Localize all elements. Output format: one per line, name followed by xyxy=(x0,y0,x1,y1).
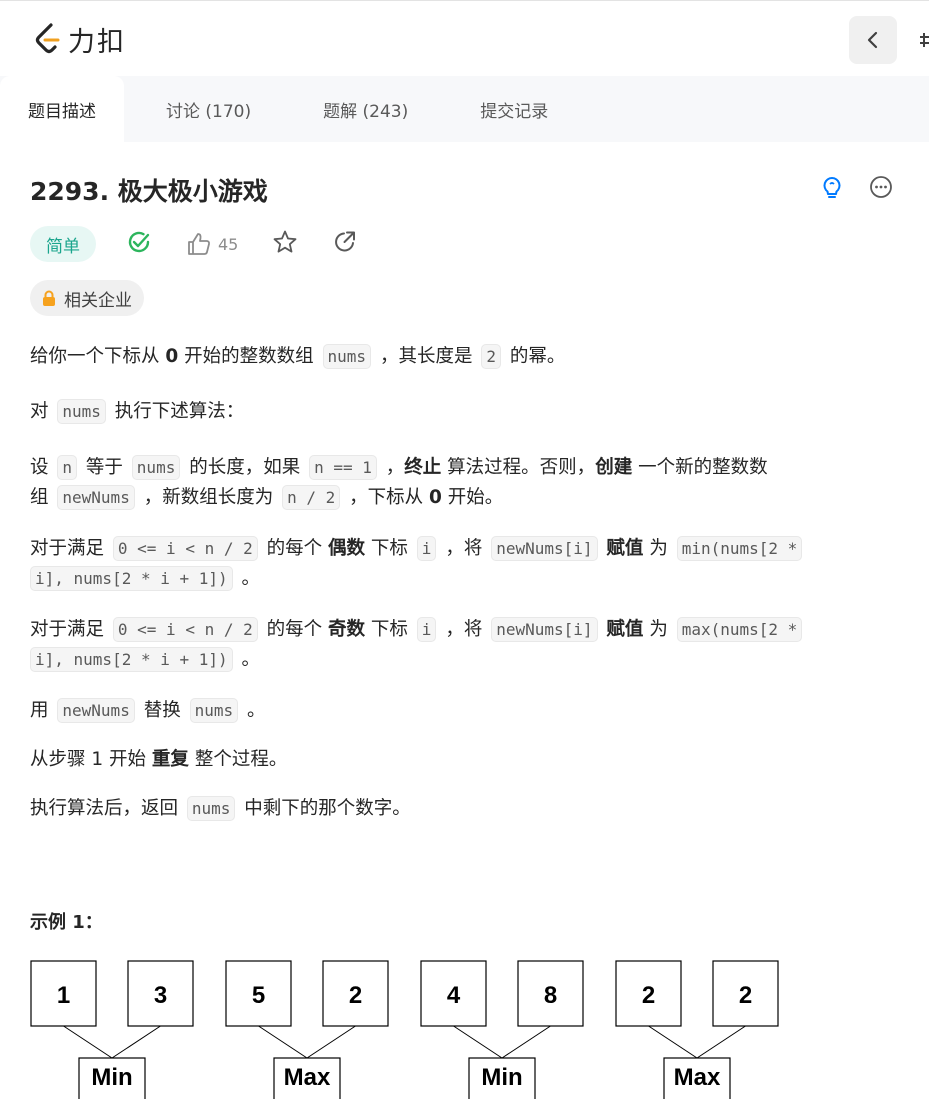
operation-label: Max xyxy=(674,1064,721,1091)
tab-bar: 题目描述 讨论 (170) 题解 (243) 提交记录 xyxy=(0,76,929,142)
value-text: 5 xyxy=(252,982,265,1009)
leetcode-logo[interactable]: 力扣 xyxy=(34,21,126,58)
operation-result: 2 xyxy=(690,1095,703,1099)
tab-submissions[interactable]: 提交记录 xyxy=(436,76,576,142)
chevron-left-icon xyxy=(867,31,878,49)
value-text: 2 xyxy=(739,982,752,1009)
tab-description[interactable]: 题目描述 xyxy=(0,76,124,142)
connector-line xyxy=(648,1025,698,1059)
description-paragraph-3: 设 n 等于 nums 的长度，如果 n == 1 ，终止 算法过程。否则，创建… xyxy=(30,455,768,510)
description-paragraph-4: 对于满足 0 <= i < n / 2 的每个 偶数 下标 i ，将 newNu… xyxy=(30,534,880,594)
related-companies-button[interactable]: 相关企业 xyxy=(30,280,144,316)
value-text: 4 xyxy=(447,982,461,1009)
operation-label: Min xyxy=(481,1064,522,1091)
example-title: 示例 1： xyxy=(30,912,103,933)
tab-solutions[interactable]: 题解 (243) xyxy=(279,76,436,142)
menu-icon[interactable] xyxy=(918,31,929,49)
description-paragraph-6: 用 newNums 替换 nums 。 xyxy=(30,698,266,723)
lock-icon xyxy=(43,290,55,306)
like-count: 45 xyxy=(218,234,239,254)
operation-result: 1 xyxy=(105,1095,118,1099)
tab-discussion[interactable]: 讨论 (170) xyxy=(124,76,279,142)
connector-line xyxy=(453,1025,503,1059)
description-paragraph-8: 执行算法后，返回 nums 中剩下的那个数字。 xyxy=(30,796,411,821)
related-companies-label: 相关企业 xyxy=(64,290,132,311)
more-options-icon[interactable] xyxy=(869,175,893,203)
value-text: 1 xyxy=(57,982,70,1009)
logo-text: 力扣 xyxy=(68,26,126,58)
like-button[interactable]: 45 xyxy=(186,231,238,257)
solved-check-icon xyxy=(126,229,152,259)
operation-result: 4 xyxy=(495,1095,509,1099)
problem-meta: 简单 45 xyxy=(30,226,358,262)
share-icon[interactable] xyxy=(332,229,358,259)
description-paragraph-2: 对 nums 执行下述算法： xyxy=(30,399,245,424)
operation-result: 5 xyxy=(300,1095,313,1099)
value-text: 3 xyxy=(154,982,167,1009)
connector-line xyxy=(306,1025,356,1059)
back-button[interactable] xyxy=(849,16,897,64)
thumbs-up-icon xyxy=(188,233,210,255)
description-paragraph-1: 给你一个下标从 0 开始的整数数组 nums ，其长度是 2 的幂。 xyxy=(30,344,566,369)
description-paragraph-5: 对于满足 0 <= i < n / 2 的每个 奇数 下标 i ，将 newNu… xyxy=(30,615,880,675)
operation-label: Max xyxy=(284,1064,331,1091)
lightbulb-icon[interactable] xyxy=(819,175,845,205)
connector-line xyxy=(258,1025,308,1059)
connector-line xyxy=(111,1025,161,1059)
connector-line xyxy=(63,1025,113,1059)
operation-label: Min xyxy=(91,1064,132,1091)
top-bar: 力扣 xyxy=(0,0,929,76)
connector-line xyxy=(696,1025,746,1059)
connector-line xyxy=(501,1025,551,1059)
problem-title: 2293. 极大极小游戏 xyxy=(30,177,268,206)
example-diagram: 1 3 Min 1 5 2 Max 5 4 8 Min 4 2 2 Max 2 xyxy=(30,960,779,1099)
value-text: 2 xyxy=(642,982,655,1009)
value-text: 8 xyxy=(544,982,557,1009)
value-text: 2 xyxy=(349,982,362,1009)
leetcode-logo-icon xyxy=(35,23,60,54)
star-icon[interactable] xyxy=(272,229,298,259)
difficulty-badge: 简单 xyxy=(30,226,96,262)
description-paragraph-7: 从步骤 1 开始 重复 整个过程。 xyxy=(30,749,288,770)
